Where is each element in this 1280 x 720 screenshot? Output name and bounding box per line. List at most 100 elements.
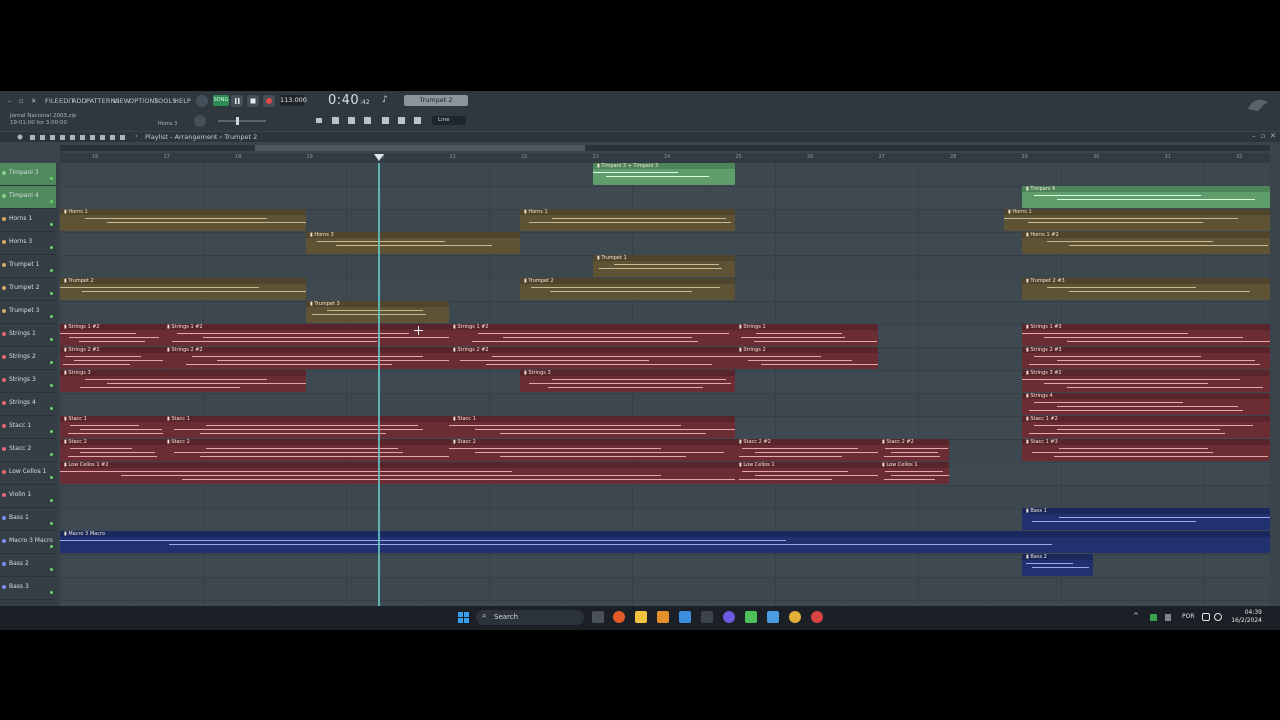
track-mute-led-icon[interactable] [50, 177, 53, 180]
track-mute-led-icon[interactable] [50, 591, 53, 594]
pattern-clip[interactable]: ▮ Stacc 1 #2 [1022, 416, 1270, 438]
track-mute-led-icon[interactable] [50, 384, 53, 387]
track-mute-led-icon[interactable] [50, 246, 53, 249]
menu-file[interactable]: FILE [45, 97, 59, 105]
track-header[interactable]: Macro 3 Macro [0, 531, 56, 554]
pattern-clip[interactable]: ▮ Stacc 1 [60, 416, 163, 438]
pattern-clip[interactable]: ▮ Trumpet 1 [593, 255, 735, 277]
discord-icon[interactable] [723, 611, 735, 623]
pattern-clip[interactable]: ▮ Stacc 2 #2 [735, 439, 878, 461]
song-mode-label[interactable]: SONG [213, 95, 229, 106]
track-header[interactable]: Trumpet 3 [0, 301, 56, 324]
fl-studio-taskbar-icon[interactable] [657, 611, 669, 623]
track-mute-led-icon[interactable] [50, 453, 53, 456]
menu-view[interactable]: VIEW [113, 97, 130, 105]
track-header[interactable]: Horns 1 [0, 209, 56, 232]
pattern-clip[interactable]: ▮ Horns 1 [1004, 209, 1270, 231]
track-header[interactable]: Stacc 2 [0, 439, 56, 462]
play-button[interactable] [231, 95, 243, 107]
windows-start-icon[interactable] [458, 612, 469, 623]
pattern-clip[interactable]: ▮ Low Cellos 1 [878, 462, 949, 484]
pattern-clip[interactable]: ▮ Strings 3 [60, 370, 306, 392]
master-pitch-slider[interactable] [218, 120, 266, 122]
window-restore-icon[interactable]: ▫ [19, 97, 24, 105]
wifi-icon[interactable] [1202, 613, 1210, 621]
language-indicator[interactable]: POR [1182, 613, 1195, 620]
taskbar-clock[interactable]: 04:39 [1228, 609, 1262, 616]
task-view-icon[interactable] [592, 611, 604, 623]
track-header[interactable]: Horns 3 [0, 232, 56, 255]
firefox-icon[interactable] [613, 611, 625, 623]
pattern-clip[interactable]: ▮ Strings 1 #2 [163, 324, 449, 346]
pattern-clip[interactable]: ▮ Low Cellos 1 [735, 462, 878, 484]
track-header[interactable]: Timpani 4 [0, 186, 56, 209]
track-mute-led-icon[interactable] [50, 568, 53, 571]
track-header[interactable]: Strings 4 [0, 393, 56, 416]
track-mute-led-icon[interactable] [50, 223, 53, 226]
track-header[interactable]: Low Cellos 1 [0, 462, 56, 485]
timeline-ruler[interactable]: 16 17 18 19 20 21 22 23 24 25 26 27 28 29 30 31 32 [60, 153, 1270, 163]
tray-chevron-up-icon[interactable]: ^ [1133, 612, 1139, 620]
snap-selector[interactable]: Line [432, 116, 466, 125]
track-mute-led-icon[interactable] [50, 545, 53, 548]
track-header[interactable]: Timpani 3 [0, 163, 56, 186]
pattern-clip[interactable]: ▮ Horns 1 [520, 209, 735, 231]
track-mute-led-icon[interactable] [50, 338, 53, 341]
track-header[interactable]: Violin 1 [0, 485, 56, 508]
pattern-clip[interactable]: ▮ Strings 2 #2 [163, 347, 449, 369]
pattern-clip[interactable]: ▮ Strings 1 #2 [60, 324, 163, 346]
taskbar-date[interactable]: 16/2/2024 [1222, 617, 1262, 624]
pattern-clip[interactable]: ▮ Timpani 3 + Timpani 3 [593, 163, 735, 185]
playlist-tools-icons[interactable] [16, 133, 126, 141]
file-explorer-icon[interactable] [635, 611, 647, 623]
tray-mic-icon[interactable] [1165, 614, 1171, 621]
settings-gear-icon[interactable] [767, 611, 779, 623]
window-close-icon[interactable]: ✕ [31, 97, 37, 105]
track-mute-led-icon[interactable] [50, 522, 53, 525]
pattern-clip[interactable]: ▮ Bass 1 [1022, 508, 1270, 530]
pattern-clip[interactable]: ▮ Strings 2 #3 [1022, 347, 1270, 369]
track-header[interactable]: Strings 3 [0, 370, 56, 393]
pattern-clip[interactable]: ▮ Stacc 2 #2 [878, 439, 949, 461]
record-button[interactable] [263, 95, 275, 107]
pattern-clip[interactable]: ▮ Strings 1 #3 [1022, 324, 1270, 346]
menu-add[interactable]: ADD [72, 97, 87, 105]
terminal-icon[interactable] [701, 611, 713, 623]
pattern-clip[interactable]: ▮ Trumpet 2 [60, 278, 306, 300]
volume-icon[interactable] [1214, 613, 1222, 621]
pattern-clip[interactable]: ▮ Strings 3 [520, 370, 735, 392]
pattern-clip[interactable]: ▮ Stacc 2 [163, 439, 449, 461]
window-minimize-icon[interactable]: – [8, 97, 11, 105]
playlist-row[interactable] [60, 485, 1270, 509]
track-header[interactable]: Trumpet 1 [0, 255, 56, 278]
pattern-clip[interactable]: ▮ Trumpet 2 #3 [1022, 278, 1270, 300]
track-mute-led-icon[interactable] [50, 269, 53, 272]
track-header[interactable]: Strings 2 [0, 347, 56, 370]
track-mute-led-icon[interactable] [50, 315, 53, 318]
track-mute-led-icon[interactable] [50, 361, 53, 364]
pattern-clip[interactable]: ▮ Strings 4 [1022, 393, 1270, 415]
pattern-clip[interactable]: ▮ Stacc 2 [60, 439, 163, 461]
playhead-line[interactable] [378, 163, 380, 606]
playlist-row[interactable] [60, 301, 1270, 325]
song-mode-toggle[interactable] [196, 95, 208, 107]
pattern-clip[interactable]: ▮ Strings 1 #2 [449, 324, 735, 346]
pattern-clip[interactable]: ▮ Stacc 2 [449, 439, 735, 461]
pattern-clip[interactable]: ▮ Horns 3 [306, 232, 520, 254]
tray-app-icon[interactable] [1150, 614, 1157, 621]
pattern-clip[interactable]: ▮ Stacc 1 [163, 416, 449, 438]
notepad-icon[interactable] [679, 611, 691, 623]
playlist-row[interactable] [60, 577, 1270, 601]
overview-thumb[interactable] [255, 145, 585, 151]
pattern-clip[interactable]: ▮ Strings 2 [735, 347, 878, 369]
track-mute-led-icon[interactable] [50, 430, 53, 433]
pattern-clip[interactable]: ▮ Stacc 1 [449, 416, 735, 438]
pattern-clip[interactable]: ▮ Low Cellos 1 #2 [60, 462, 735, 484]
track-mute-led-icon[interactable] [50, 292, 53, 295]
pattern-clip[interactable]: ▮ Strings 2 #2 [60, 347, 163, 369]
pattern-clip[interactable]: ▮ Trumpet 2 [520, 278, 735, 300]
track-header[interactable]: Stacc 1 [0, 416, 56, 439]
playlist-grid[interactable]: ▮ Timpani 3 + Timpani 3 ▮ Timpani 4 ▮ Horn… [60, 163, 1270, 606]
pattern-clip[interactable]: ▮ Strings 3 #2 [1022, 370, 1270, 392]
master-volume-knob[interactable] [194, 115, 206, 127]
